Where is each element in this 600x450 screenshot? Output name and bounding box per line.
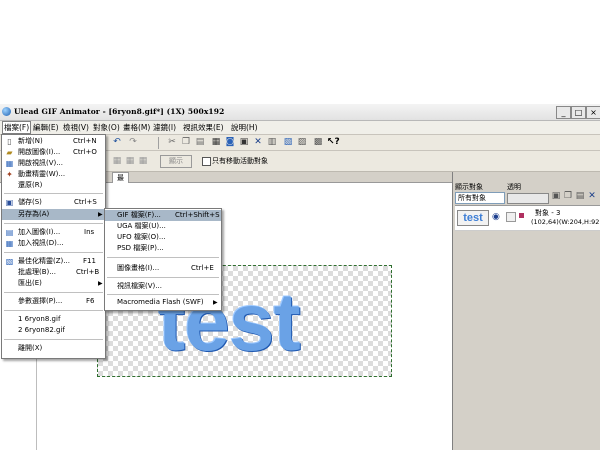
- move-active-label: 只有移動活動對象: [212, 157, 268, 165]
- close-button[interactable]: ×: [586, 106, 600, 119]
- menu-item-optimize[interactable]: ▧ 最佳化精靈(Z)... F11: [2, 256, 105, 267]
- menu-item-save-as[interactable]: 另存為(A) ▶: [2, 209, 105, 220]
- save-as-submenu: GIF 檔案(F)... Ctrl+Shift+S UGA 檔案(U)... UF…: [104, 208, 222, 311]
- delete-object-icon[interactable]: ✕: [587, 191, 597, 201]
- minimize-button[interactable]: _: [556, 106, 571, 119]
- menu-view[interactable]: 檢視(V): [62, 122, 90, 133]
- optimize-icon[interactable]: ▧: [283, 137, 293, 147]
- menu-item-ufo-file[interactable]: UFO 檔案(O)...: [105, 232, 221, 243]
- file-menu: ▯ 新增(N) Ctrl+N ▰ 開啟圖像(I)... Ctrl+O ▦ 開啟視訊(…: [1, 134, 106, 359]
- settings-icon[interactable]: ▨: [297, 137, 307, 147]
- menu-item-revert[interactable]: 還原(R): [2, 180, 105, 191]
- align-center-icon[interactable]: ▦: [125, 156, 135, 166]
- menu-item-uga-file[interactable]: UGA 檔案(U)...: [105, 221, 221, 232]
- align-right-icon[interactable]: ▦: [138, 156, 148, 166]
- menu-item-gif-file[interactable]: GIF 檔案(F)... Ctrl+Shift+S: [105, 210, 221, 221]
- menu-item-open-image[interactable]: ▰ 開啟圖像(I)... Ctrl+O: [2, 147, 105, 158]
- menu-video-effect[interactable]: 視訊效果(E): [182, 122, 225, 133]
- add-image-icon: ▤: [5, 228, 14, 237]
- menu-item-open-video[interactable]: ▦ 開啟視訊(V)...: [2, 158, 105, 169]
- open-image-icon: ▰: [6, 148, 13, 157]
- menu-item-video-file[interactable]: 視訊檔案(V)...: [105, 281, 221, 292]
- show-button[interactable]: 顯示: [160, 155, 192, 168]
- object-thumbnail: test: [457, 210, 489, 226]
- copy-icon[interactable]: ❐: [181, 137, 191, 147]
- opacity-label: 透明: [507, 183, 521, 191]
- optimize-icon: ▧: [5, 257, 14, 266]
- frame-icon[interactable]: ▦: [211, 137, 221, 147]
- object-info: (102,64)(W:204,H:92: [531, 218, 600, 226]
- menu-item-recent-2[interactable]: 2 6ryon82.gif: [2, 325, 105, 336]
- object-name: 對象 - 3: [535, 209, 561, 217]
- duplicate-icon[interactable]: ▣: [239, 137, 249, 147]
- menu-bar: 檔案(F) 編輯(E) 檢視(V) 對象(O) 畫格(M) 濾鏡(I) 視訊效果…: [0, 121, 600, 135]
- eye-icon[interactable]: ◉: [492, 212, 500, 222]
- undo-icon[interactable]: ↶: [112, 137, 122, 147]
- menu-frame[interactable]: 畫格(M): [122, 122, 151, 133]
- opacity-slider[interactable]: [507, 193, 549, 204]
- merge-object-icon[interactable]: ▤: [575, 191, 585, 201]
- menu-item-image-frame[interactable]: 圖像畫格(I)... Ctrl+E: [105, 263, 221, 274]
- cut-icon[interactable]: ✂: [167, 137, 177, 147]
- move-active-checkbox[interactable]: [202, 157, 211, 166]
- menu-item-add-image[interactable]: ▤ 加入圖像(I)... Ins: [2, 227, 105, 238]
- show-objects-label: 顯示對象: [455, 183, 483, 191]
- preview-icon[interactable]: ▩: [313, 137, 323, 147]
- properties-icon[interactable]: ▥: [267, 137, 277, 147]
- menu-help[interactable]: 說明(H): [230, 122, 259, 133]
- lock-icon[interactable]: [506, 212, 516, 222]
- menu-item-flash-swf[interactable]: Macromedia Flash (SWF) ▶: [105, 297, 221, 308]
- menu-item-batch[interactable]: 批處理(B)... Ctrl+B: [2, 267, 105, 278]
- menu-item-psd-file[interactable]: PSD 檔案(P)...: [105, 243, 221, 254]
- help-icon[interactable]: ↖?: [327, 137, 340, 147]
- menu-edit[interactable]: 編輯(E): [32, 122, 60, 133]
- add-frame-icon[interactable]: ◙: [225, 137, 235, 147]
- wizard-icon: ✦: [6, 170, 13, 179]
- menu-item-add-video[interactable]: ▦ 加入視訊(D)...: [2, 238, 105, 249]
- menu-item-new[interactable]: ▯ 新增(N) Ctrl+N: [2, 136, 105, 147]
- tab-edit[interactable]: 最: [112, 172, 129, 183]
- open-video-icon: ▦: [5, 159, 14, 168]
- menu-object[interactable]: 對象(O): [92, 122, 121, 133]
- object-filter-select[interactable]: 所有對象: [455, 192, 505, 204]
- object-row[interactable]: test ◉ 對象 - 3 (102,64)(W:204,H:92: [455, 205, 600, 231]
- delete-icon[interactable]: ✕: [253, 137, 263, 147]
- color-tag-icon: [519, 213, 524, 218]
- object-tool-icon[interactable]: ▣: [551, 191, 561, 201]
- maximize-button[interactable]: □: [571, 106, 586, 119]
- title-bar: Ulead GIF Animator - [6ryon8.gif*] (1X) …: [0, 104, 600, 121]
- menu-item-preferences[interactable]: 參數選擇(P)... F6: [2, 296, 105, 307]
- menu-item-save[interactable]: ▣ 儲存(S) Ctrl+S: [2, 197, 105, 208]
- menu-item-exit[interactable]: 離開(X): [2, 343, 105, 354]
- redo-icon[interactable]: ↷: [128, 137, 138, 147]
- new-object-icon[interactable]: ❐: [563, 191, 573, 201]
- add-video-icon: ▦: [5, 239, 14, 248]
- paste-icon[interactable]: ▤: [195, 137, 205, 147]
- new-file-icon: ▯: [7, 137, 12, 146]
- object-manager-panel: 顯示對象 透明 所有對象 ▣ ❐ ▤ ✕ test ◉ 對象 - 3 (102,…: [453, 172, 600, 450]
- menu-file[interactable]: 檔案(F): [2, 121, 32, 134]
- menu-item-recent-1[interactable]: 1 6ryon8.gif: [2, 314, 105, 325]
- align-icon[interactable]: ▦: [112, 156, 122, 166]
- save-icon: ▣: [5, 198, 14, 207]
- window-title: Ulead GIF Animator - [6ryon8.gif*] (1X) …: [14, 107, 225, 116]
- menu-filter[interactable]: 濾鏡(I): [152, 122, 177, 133]
- menu-item-wizard[interactable]: ✦ 動畫精靈(W)...: [2, 169, 105, 180]
- app-logo-icon: [2, 107, 11, 116]
- menu-item-export[interactable]: 匯出(E) ▶: [2, 278, 105, 289]
